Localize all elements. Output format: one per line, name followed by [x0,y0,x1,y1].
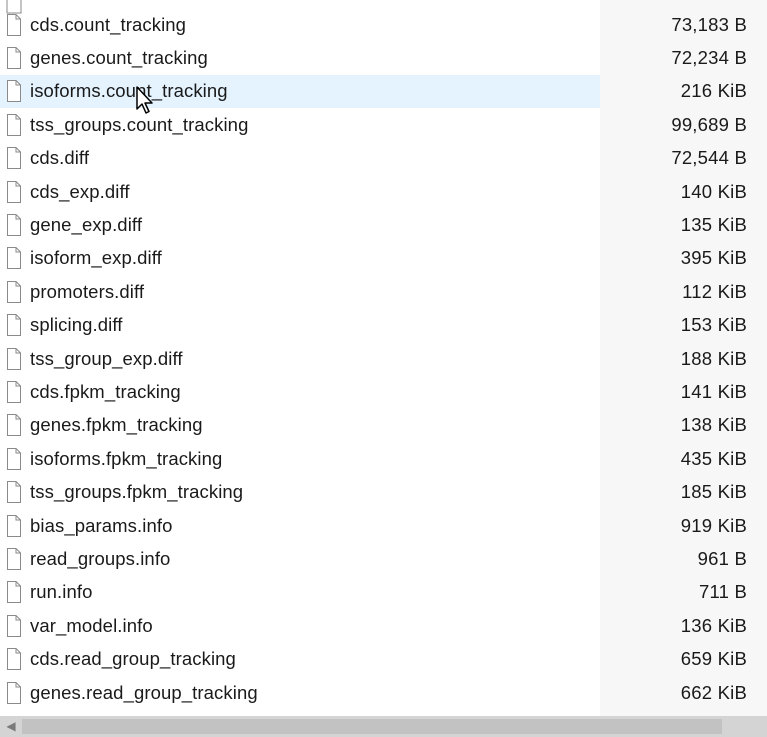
file-icon [6,614,22,638]
file-row[interactable]: cds.count_tracking 73,183 B [0,8,767,41]
file-size: 961 B [697,547,747,569]
file-icon [6,347,22,371]
file-row[interactable]: run.info 711 B [0,576,767,609]
file-name: promoters.diff [30,280,145,302]
file-row[interactable]: isoforms.fpkm_tracking 435 KiB [0,442,767,475]
file-icon [6,246,22,270]
file-row[interactable]: read_groups.info 961 B [0,542,767,575]
file-list: cds.count_tracking 73,183 B genes.count_… [0,0,767,709]
file-name: isoform_exp.diff [30,247,162,269]
file-row[interactable]: splicing.diff 153 KiB [0,309,767,342]
mouse-pointer-icon [135,85,157,117]
file-icon [6,313,22,337]
file-icon [6,13,22,37]
file-row[interactable]: cds_exp.diff 140 KiB [0,175,767,208]
file-size: 711 B [699,581,747,603]
file-icon [6,180,22,204]
file-size: 99,689 B [671,113,747,135]
file-icon [6,113,22,137]
file-size: 138 KiB [680,414,747,436]
file-name: splicing.diff [30,314,123,336]
file-size: 72,234 B [671,47,747,69]
file-size: 140 KiB [680,180,747,202]
file-size: 435 KiB [680,447,747,469]
file-name: cds.count_tracking [30,13,187,35]
file-size: 662 KiB [680,681,747,703]
file-name: cds.read_group_tracking [30,648,236,670]
file-name: var_model.info [30,614,153,636]
file-row[interactable]: promoters.diff 112 KiB [0,275,767,308]
file-icon [6,146,22,170]
file-row[interactable]: tss_group_exp.diff 188 KiB [0,342,767,375]
file-name: genes.count_tracking [30,47,208,69]
file-row[interactable]: bias_params.info 919 KiB [0,509,767,542]
file-row[interactable]: isoform_exp.diff 395 KiB [0,242,767,275]
file-row[interactable]: var_model.info 136 KiB [0,609,767,642]
file-icon [6,547,22,571]
file-icon [6,647,22,671]
file-size: 188 KiB [680,347,747,369]
horizontal-scrollbar[interactable]: ◀ [0,716,767,737]
file-size: 112 KiB [682,280,747,302]
file-name: cds.diff [30,147,90,169]
file-row[interactable]: tss_groups.count_tracking 99,689 B [0,108,767,141]
file-name: read_groups.info [30,547,171,569]
file-size: 135 KiB [680,214,747,236]
file-icon [6,447,22,471]
file-icon [6,380,22,404]
file-name: cds_exp.diff [30,180,130,202]
file-size: 141 KiB [680,380,747,402]
file-name: tss_groups.fpkm_tracking [30,481,244,503]
file-name: run.info [30,581,93,603]
file-size: 153 KiB [680,314,747,336]
file-icon [6,213,22,237]
file-name: isoforms.count_tracking [30,80,228,102]
file-size: 72,544 B [671,147,747,169]
file-name: genes.fpkm_tracking [30,414,203,436]
file-row[interactable]: genes.fpkm_tracking 138 KiB [0,409,767,442]
file-icon [6,413,22,437]
file-row[interactable]: genes.count_tracking 72,234 B [0,41,767,74]
file-name: genes.read_group_tracking [30,681,258,703]
file-size: 185 KiB [680,481,747,503]
file-size: 73,183 B [671,13,747,35]
file-row[interactable]: gene_exp.diff 135 KiB [0,208,767,241]
file-row[interactable]: isoforms.count_tracking 216 KiB [0,74,767,109]
file-size: 395 KiB [680,247,747,269]
scroll-left-arrow-icon[interactable]: ◀ [4,719,18,733]
file-icon [6,681,22,705]
file-size: 136 KiB [680,614,747,636]
file-name: cds.fpkm_tracking [30,380,181,402]
file-row[interactable]: cds.diff 72,544 B [0,142,767,175]
file-name: gene_exp.diff [30,214,143,236]
file-row[interactable]: cds.fpkm_tracking 141 KiB [0,375,767,408]
file-name: tss_groups.count_tracking [30,113,249,135]
file-size: 216 KiB [680,80,747,102]
file-size: 919 KiB [680,514,747,536]
file-name: bias_params.info [30,514,173,536]
file-list-window: cds.count_tracking 73,183 B genes.count_… [0,0,767,737]
file-row[interactable]: cds.read_group_tracking 659 KiB [0,642,767,675]
file-icon [6,580,22,604]
scrollbar-thumb[interactable] [22,719,722,734]
file-icon [6,514,22,538]
file-name: tss_group_exp.diff [30,347,183,369]
file-icon [6,280,22,304]
file-row[interactable]: tss_groups.fpkm_tracking 185 KiB [0,475,767,508]
file-icon [6,46,22,70]
file-row[interactable]: genes.read_group_tracking 662 KiB [0,676,767,709]
file-icon [6,79,22,103]
file-size: 659 KiB [680,648,747,670]
file-name: isoforms.fpkm_tracking [30,447,223,469]
file-icon [6,480,22,504]
